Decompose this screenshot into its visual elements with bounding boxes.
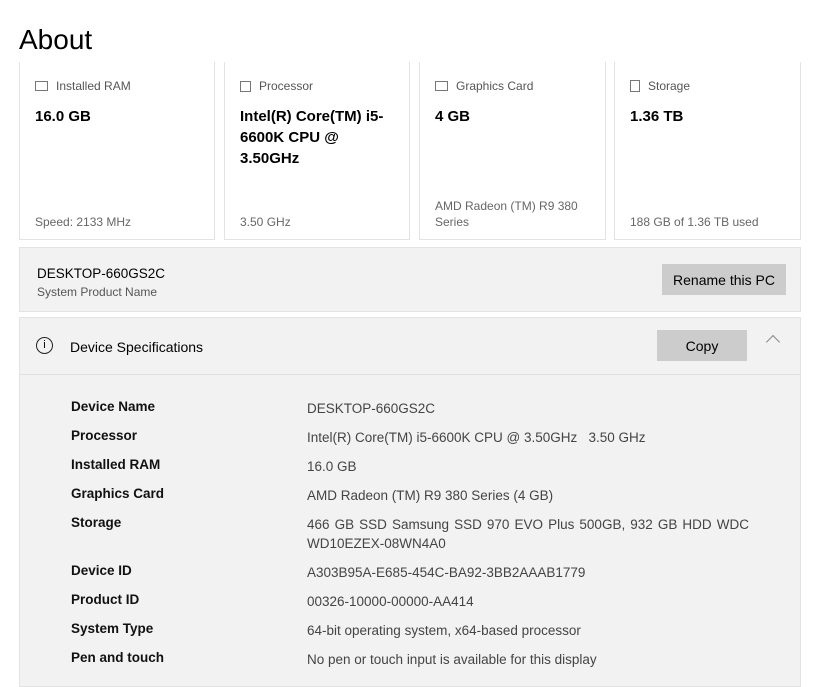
card-value: 16.0 GB: [35, 108, 91, 125]
spec-value: No pen or touch input is available for t…: [307, 652, 597, 667]
spec-value: 00326-10000-00000-AA414: [307, 594, 474, 609]
spec-value: 16.0 GB: [307, 459, 357, 474]
spec-row: Device ID A303B95A-E685-454C-BA92-3BB2AAA…: [71, 563, 771, 582]
card-label: Storage: [648, 79, 691, 93]
memory-icon: [35, 81, 48, 91]
spec-row: Installed RAM 16.0 GB: [71, 457, 771, 476]
processor-icon: [240, 80, 251, 92]
copy-button[interactable]: Copy: [657, 330, 747, 361]
spec-label: Device ID: [71, 563, 132, 578]
card-graphics: Graphics Card 4 GB AMD Radeon (TM) R9 38…: [419, 62, 606, 240]
pc-name-caption: System Product Name: [37, 285, 158, 299]
spec-label: System Type: [71, 621, 154, 636]
card-value: Intel(R) Core(TM) i5-6600K CPU @ 3.50GHz: [240, 108, 384, 167]
card-processor: Processor Intel(R) Core(TM) i5-6600K CPU…: [224, 62, 410, 240]
spec-row: System Type 64-bit operating system, x64-…: [71, 621, 771, 640]
card-label: Graphics Card: [456, 79, 534, 93]
spec-row: Product ID 00326-10000-00000-AA414: [71, 592, 771, 611]
card-value: 1.36 TB: [630, 108, 684, 125]
spec-row: Processor Intel(R) Core(TM) i5-6600K CPU …: [71, 428, 771, 447]
spec-row: Storage 466 GB SSD Samsung SSD 970 EVO Pl…: [71, 515, 771, 553]
storage-icon: [630, 80, 640, 92]
spec-label: Processor: [71, 428, 138, 443]
pc-name-panel: DESKTOP-660GS2C System Product Name Rena…: [19, 247, 801, 312]
graphics-card-icon: [435, 81, 448, 91]
spec-value: Intel(R) Core(TM) i5-6600K CPU @ 3.50GHz…: [307, 430, 646, 445]
card-value: 4 GB: [435, 108, 471, 125]
spec-value: 466 GB SSD Samsung SSD 970 EVO Plus 500G…: [307, 517, 749, 551]
page-title: About: [19, 24, 93, 55]
spec-label: Device Name: [71, 399, 156, 414]
card-label: Processor: [259, 79, 314, 93]
rename-pc-button[interactable]: Rename this PC: [662, 264, 786, 295]
spec-label: Pen and touch: [71, 650, 165, 665]
card-sub: 3.50 GHz: [240, 215, 291, 229]
card-sub: 188 GB of 1.36 TB used: [630, 215, 759, 229]
card-installed-ram: Installed RAM 16.0 GB Speed: 2133 MHz: [19, 62, 215, 240]
spec-label: Storage: [71, 515, 122, 530]
specs-title: Device Specifications: [70, 339, 204, 355]
spec-label: Graphics Card: [71, 486, 165, 501]
spec-row: Graphics Card AMD Radeon (TM) R9 380 Seri…: [71, 486, 771, 505]
card-sub: AMD Radeon (TM) R9 380 Series: [435, 199, 578, 229]
spec-label: Installed RAM: [71, 457, 161, 472]
card-sub: Speed: 2133 MHz: [35, 215, 132, 229]
spec-row: Device Name DESKTOP-660GS2C: [71, 399, 771, 418]
spec-label: Product ID: [71, 592, 140, 607]
pc-name: DESKTOP-660GS2C: [37, 266, 166, 281]
spec-value: 64-bit operating system, x64-based proce…: [307, 623, 581, 638]
specs-header[interactable]: i Device Specifications Copy: [20, 318, 800, 375]
spec-value: A303B95A-E685-454C-BA92-3BB2AAAB1779: [307, 565, 586, 580]
card-storage: Storage 1.36 TB 188 GB of 1.36 TB used: [614, 62, 801, 240]
card-label: Installed RAM: [56, 79, 131, 93]
info-icon: i: [36, 337, 53, 354]
spec-value: DESKTOP-660GS2C: [307, 401, 436, 416]
spec-value: AMD Radeon (TM) R9 380 Series (4 GB): [307, 488, 554, 503]
chevron-up-icon[interactable]: [765, 334, 781, 350]
spec-row: Pen and touch No pen or touch input is av…: [71, 650, 771, 669]
